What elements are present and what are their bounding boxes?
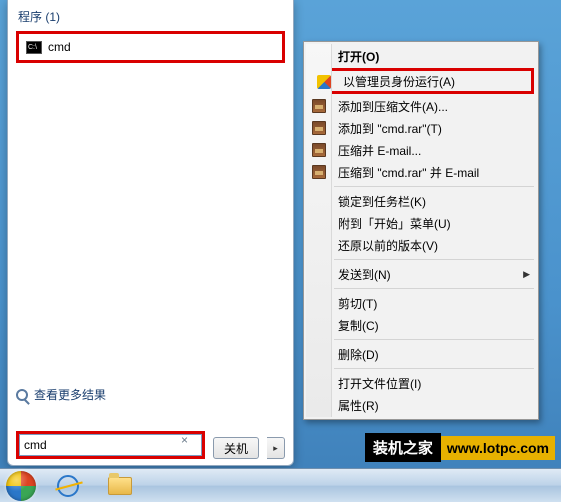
- archive-icon: [311, 98, 327, 114]
- menu-compress-cmd-email-label: 压缩到 "cmd.rar" 并 E-mail: [338, 164, 479, 181]
- shutdown-button[interactable]: 关机: [213, 437, 259, 459]
- menu-pin-taskbar-label: 锁定到任务栏(K): [338, 193, 426, 210]
- taskbar-explorer[interactable]: [96, 472, 144, 500]
- start-menu-inner: 程序 (1) C:\ cmd 查看更多结果 × 关机 ▸: [8, 0, 293, 465]
- folder-icon: [108, 477, 132, 495]
- menu-add-cmd-rar[interactable]: 添加到 "cmd.rar"(T): [306, 117, 536, 139]
- menu-pin-start[interactable]: 附到「开始」菜单(U): [306, 212, 536, 234]
- menu-separator: [334, 259, 534, 260]
- search-input[interactable]: [19, 434, 202, 456]
- menu-restore-prev-label: 还原以前的版本(V): [338, 237, 438, 254]
- menu-separator: [334, 339, 534, 340]
- search-footer: × 关机 ▸: [16, 411, 286, 459]
- menu-compress-email-label: 压缩并 E-mail...: [338, 142, 421, 159]
- chevron-right-icon: ▸: [273, 443, 278, 454]
- cmd-label: cmd: [48, 40, 71, 54]
- menu-add-archive-label: 添加到压缩文件(A)...: [338, 98, 448, 115]
- archive-icon: [311, 164, 327, 180]
- menu-copy-label: 复制(C): [338, 317, 379, 334]
- menu-compress-email[interactable]: 压缩并 E-mail...: [306, 139, 536, 161]
- taskbar: [0, 468, 561, 502]
- menu-add-archive[interactable]: 添加到压缩文件(A)...: [306, 95, 536, 117]
- menu-delete-label: 删除(D): [338, 346, 379, 363]
- menu-add-cmd-rar-label: 添加到 "cmd.rar"(T): [338, 120, 442, 137]
- watermark-brand: 装机之家: [365, 433, 441, 462]
- clear-search-icon[interactable]: ×: [181, 433, 188, 447]
- highlight-run-admin: 以管理员身份运行(A): [308, 68, 534, 94]
- menu-compress-cmd-email[interactable]: 压缩到 "cmd.rar" 并 E-mail: [306, 161, 536, 183]
- see-more-results[interactable]: 查看更多结果: [16, 386, 106, 403]
- menu-run-admin-label: 以管理员身份运行(A): [343, 73, 455, 90]
- menu-pin-taskbar[interactable]: 锁定到任务栏(K): [306, 190, 536, 212]
- menu-properties-label: 属性(R): [338, 397, 379, 414]
- shutdown-menu-arrow[interactable]: ▸: [267, 437, 285, 459]
- menu-send-to-label: 发送到(N): [338, 266, 391, 283]
- menu-properties[interactable]: 属性(R): [306, 394, 536, 416]
- watermark: 装机之家 www.lotpc.com: [365, 433, 555, 462]
- context-menu: 打开(O) 以管理员身份运行(A) 添加到压缩文件(A)... 添加到 "cmd…: [303, 41, 539, 420]
- menu-cut-label: 剪切(T): [338, 295, 377, 312]
- windows-orb-icon: [6, 471, 36, 501]
- highlight-search: [16, 431, 205, 459]
- search-result-cmd[interactable]: C:\ cmd: [21, 36, 280, 58]
- highlight-result: C:\ cmd: [16, 31, 285, 63]
- see-more-label: 查看更多结果: [34, 386, 106, 403]
- menu-separator: [334, 368, 534, 369]
- ie-icon: [57, 475, 79, 497]
- shield-icon: [316, 74, 332, 90]
- menu-restore-previous[interactable]: 还原以前的版本(V): [306, 234, 536, 256]
- menu-pin-start-label: 附到「开始」菜单(U): [338, 215, 451, 232]
- menu-open-file-location[interactable]: 打开文件位置(I): [306, 372, 536, 394]
- archive-icon: [311, 142, 327, 158]
- menu-separator: [334, 186, 534, 187]
- menu-send-to[interactable]: 发送到(N): [306, 263, 536, 285]
- menu-delete[interactable]: 删除(D): [306, 343, 536, 365]
- start-menu-panel: 程序 (1) C:\ cmd 查看更多结果 × 关机 ▸: [7, 0, 294, 466]
- menu-separator: [334, 288, 534, 289]
- watermark-url: www.lotpc.com: [441, 436, 555, 460]
- search-icon: [16, 389, 28, 401]
- archive-icon: [311, 120, 327, 136]
- menu-open[interactable]: 打开(O): [306, 45, 536, 67]
- menu-open-location-label: 打开文件位置(I): [338, 375, 421, 392]
- menu-cut[interactable]: 剪切(T): [306, 292, 536, 314]
- start-button[interactable]: [2, 471, 40, 501]
- menu-run-as-admin[interactable]: 以管理员身份运行(A): [311, 71, 531, 91]
- taskbar-ie[interactable]: [44, 472, 92, 500]
- programs-header: 程序 (1): [16, 4, 285, 31]
- cmd-icon: C:\: [26, 41, 42, 54]
- menu-open-label: 打开(O): [338, 48, 379, 65]
- menu-copy[interactable]: 复制(C): [306, 314, 536, 336]
